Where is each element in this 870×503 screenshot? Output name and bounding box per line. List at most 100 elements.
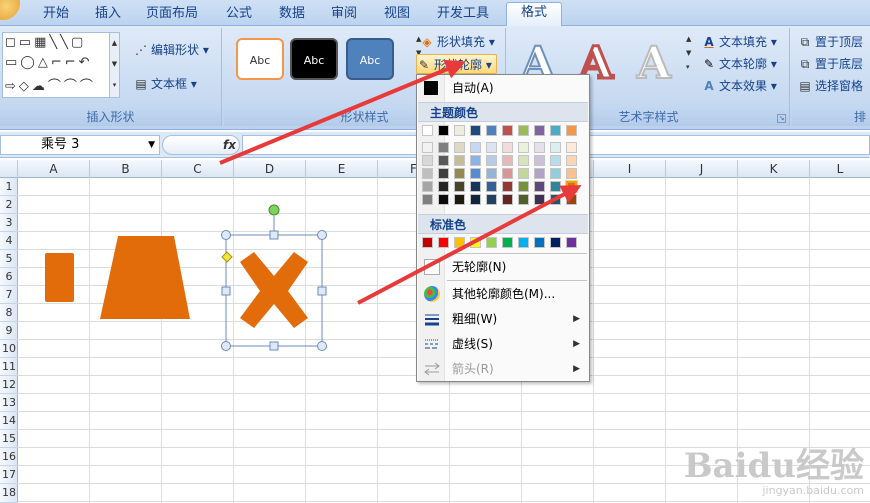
theme-color-swatch[interactable] bbox=[438, 142, 449, 153]
theme-color-swatch[interactable] bbox=[534, 142, 545, 153]
theme-color-swatch[interactable] bbox=[486, 194, 497, 205]
resize-handle[interactable] bbox=[317, 341, 327, 351]
theme-color-swatch[interactable] bbox=[422, 155, 433, 166]
theme-color-swatch[interactable] bbox=[486, 125, 497, 136]
theme-color-swatch[interactable] bbox=[566, 194, 577, 205]
theme-color-swatch[interactable] bbox=[566, 168, 577, 179]
theme-color-swatch[interactable] bbox=[502, 155, 513, 166]
standard-color-swatch[interactable] bbox=[518, 237, 529, 248]
theme-color-swatch[interactable] bbox=[438, 125, 449, 136]
theme-color-swatch[interactable] bbox=[422, 142, 433, 153]
theme-color-swatch[interactable] bbox=[550, 155, 561, 166]
standard-colors-header: 标准色 bbox=[418, 214, 588, 234]
submenu-arrow-icon: ▶ bbox=[573, 364, 580, 374]
menu-item-no-outline[interactable]: 无轮廓(N) bbox=[418, 256, 588, 278]
theme-color-swatch[interactable] bbox=[534, 194, 545, 205]
theme-color-swatch[interactable] bbox=[422, 194, 433, 205]
adjustment-handle[interactable] bbox=[221, 251, 233, 263]
menu-item-weight[interactable]: 粗细(W) ▶ bbox=[418, 308, 588, 330]
theme-color-swatch[interactable] bbox=[470, 155, 481, 166]
theme-color-swatch[interactable] bbox=[502, 142, 513, 153]
theme-color-swatch[interactable] bbox=[502, 181, 513, 192]
theme-color-swatch[interactable] bbox=[486, 181, 497, 192]
theme-color-swatch[interactable] bbox=[454, 125, 465, 136]
theme-color-swatch[interactable] bbox=[534, 168, 545, 179]
resize-handle[interactable] bbox=[269, 230, 279, 240]
resize-handle[interactable] bbox=[221, 286, 231, 296]
standard-color-swatch[interactable] bbox=[550, 237, 561, 248]
dash-style-icon bbox=[424, 336, 440, 352]
standard-color-swatch[interactable] bbox=[470, 237, 481, 248]
theme-color-swatch[interactable] bbox=[454, 155, 465, 166]
standard-color-swatch[interactable] bbox=[438, 237, 449, 248]
color-palette-icon bbox=[424, 286, 440, 302]
resize-handle[interactable] bbox=[221, 341, 231, 351]
theme-color-swatch[interactable] bbox=[454, 194, 465, 205]
theme-color-swatch[interactable] bbox=[438, 155, 449, 166]
theme-color-swatch[interactable] bbox=[438, 194, 449, 205]
theme-color-swatch[interactable] bbox=[454, 181, 465, 192]
trapezoid-shape[interactable] bbox=[100, 236, 190, 319]
standard-color-swatch[interactable] bbox=[534, 237, 545, 248]
standard-color-swatch[interactable] bbox=[486, 237, 497, 248]
standard-color-swatch[interactable] bbox=[566, 237, 577, 248]
standard-color-swatch[interactable] bbox=[502, 237, 513, 248]
theme-color-swatch[interactable] bbox=[565, 180, 578, 193]
theme-color-swatch[interactable] bbox=[454, 142, 465, 153]
resize-handle[interactable] bbox=[317, 230, 327, 240]
theme-color-swatch[interactable] bbox=[518, 125, 529, 136]
theme-color-swatch[interactable] bbox=[422, 125, 433, 136]
menu-item-more-colors-label: 其他轮廓颜色(M)... bbox=[452, 287, 556, 301]
theme-color-swatch[interactable] bbox=[550, 125, 561, 136]
resize-handle[interactable] bbox=[221, 230, 231, 240]
menu-item-arrows[interactable]: 箭头(R) ▶ bbox=[418, 358, 588, 380]
theme-color-swatch[interactable] bbox=[550, 194, 561, 205]
resize-handle[interactable] bbox=[317, 286, 327, 296]
theme-color-swatch[interactable] bbox=[438, 168, 449, 179]
theme-color-swatch[interactable] bbox=[550, 181, 561, 192]
menu-item-more-colors[interactable]: 其他轮廓颜色(M)... bbox=[418, 283, 588, 305]
resize-handle[interactable] bbox=[269, 341, 279, 351]
multiply-sign-shape[interactable] bbox=[240, 252, 308, 328]
theme-color-swatch[interactable] bbox=[470, 181, 481, 192]
standard-color-swatch[interactable] bbox=[454, 237, 465, 248]
theme-color-swatch[interactable] bbox=[566, 142, 577, 153]
theme-color-swatch[interactable] bbox=[470, 125, 481, 136]
theme-color-swatch[interactable] bbox=[518, 181, 529, 192]
baidu-watermark: Baidu经验 jingyan.baidu.com bbox=[684, 448, 864, 497]
theme-color-swatch[interactable] bbox=[486, 168, 497, 179]
theme-color-swatch[interactable] bbox=[470, 194, 481, 205]
theme-color-swatch[interactable] bbox=[534, 155, 545, 166]
rotation-handle[interactable] bbox=[268, 204, 280, 216]
theme-color-swatch[interactable] bbox=[550, 142, 561, 153]
theme-color-swatch[interactable] bbox=[566, 125, 577, 136]
menu-item-arrows-label: 箭头(R) bbox=[452, 362, 494, 376]
theme-color-swatch[interactable] bbox=[518, 155, 529, 166]
theme-color-swatch[interactable] bbox=[422, 168, 433, 179]
menu-item-dashes[interactable]: 虚线(S) ▶ bbox=[418, 333, 588, 355]
watermark-brand: Baidu经验 bbox=[683, 446, 864, 486]
theme-color-swatch[interactable] bbox=[502, 125, 513, 136]
theme-color-swatch[interactable] bbox=[486, 142, 497, 153]
theme-color-swatch[interactable] bbox=[470, 142, 481, 153]
standard-color-swatch[interactable] bbox=[422, 237, 433, 248]
menu-item-automatic[interactable]: 自动(A) bbox=[418, 77, 588, 99]
menu-separator bbox=[447, 253, 587, 254]
theme-color-swatch[interactable] bbox=[518, 168, 529, 179]
theme-color-swatch[interactable] bbox=[502, 168, 513, 179]
menu-item-no-outline-label: 无轮廓(N) bbox=[452, 260, 507, 274]
theme-color-swatch[interactable] bbox=[518, 142, 529, 153]
theme-color-swatch[interactable] bbox=[534, 181, 545, 192]
shape-outline-menu: 自动(A) 主题颜色 标准色 无轮廓(N) 其他轮廓颜色(M)... 粗细(W)… bbox=[416, 74, 590, 382]
theme-color-swatch[interactable] bbox=[454, 168, 465, 179]
theme-color-swatch[interactable] bbox=[518, 194, 529, 205]
theme-color-swatch[interactable] bbox=[438, 181, 449, 192]
theme-color-swatch[interactable] bbox=[422, 181, 433, 192]
theme-color-swatch[interactable] bbox=[534, 125, 545, 136]
theme-color-swatch[interactable] bbox=[502, 194, 513, 205]
rectangle-shape[interactable] bbox=[45, 253, 74, 302]
theme-color-swatch[interactable] bbox=[486, 155, 497, 166]
theme-color-swatch[interactable] bbox=[566, 155, 577, 166]
theme-color-swatch[interactable] bbox=[470, 168, 481, 179]
theme-color-swatch[interactable] bbox=[550, 168, 561, 179]
